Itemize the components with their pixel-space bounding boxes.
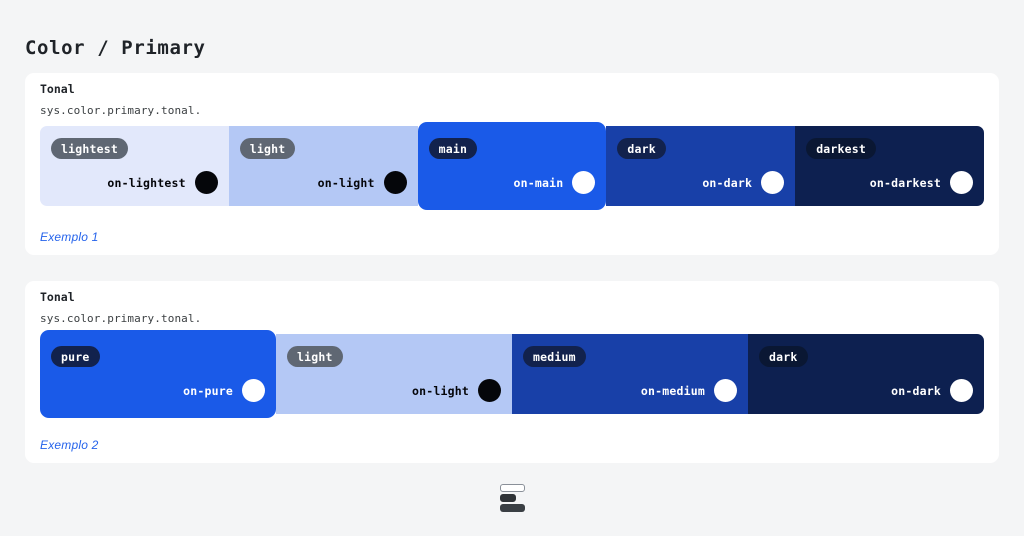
on-color-row: on-darkest <box>870 171 973 194</box>
color-swatch-light[interactable]: light on-light <box>276 334 512 414</box>
color-swatch-darkest[interactable]: darkest on-darkest <box>795 126 984 206</box>
on-color-label: on-light <box>412 383 469 398</box>
on-color-dot <box>714 379 737 402</box>
on-color-label: on-lightest <box>107 175 186 190</box>
on-color-label: on-dark <box>702 175 753 190</box>
card-label: Tonal <box>40 82 75 96</box>
on-color-row: on-main <box>514 171 596 194</box>
on-color-dot <box>194 171 218 194</box>
example-link[interactable]: Exemplo 1 <box>40 230 99 244</box>
swatch-name-badge: pure <box>51 346 100 367</box>
color-swatch-pure[interactable]: pure on-pure <box>40 330 276 418</box>
on-color-dot <box>761 171 785 194</box>
color-swatch-medium[interactable]: medium on-medium <box>512 334 748 414</box>
swatch-name-badge: lightest <box>51 138 128 159</box>
tonal-card-1: Tonal sys.color.primary.tonal. lightest o… <box>25 73 999 255</box>
color-swatch-light[interactable]: light on-light <box>228 126 418 206</box>
theme-toggle-bar-light <box>500 484 525 492</box>
card-token-path: sys.color.primary.tonal. <box>40 104 202 117</box>
theme-toggle-icon[interactable] <box>500 484 525 512</box>
swatch-strip: lightest on-lightest light on-light main on-m… <box>40 122 984 210</box>
on-color-dot <box>950 379 973 402</box>
swatch-name-badge: main <box>428 138 478 159</box>
swatch-name-badge: medium <box>523 346 586 367</box>
swatch-name-badge: dark <box>617 138 666 159</box>
color-swatch-dark[interactable]: dark on-dark <box>606 126 796 206</box>
on-color-label: on-pure <box>183 383 233 398</box>
card-token-path: sys.color.primary.tonal. <box>40 312 202 325</box>
swatch-strip: pure on-pure light on-light medium on-medium d… <box>40 330 984 418</box>
color-swatch-main[interactable]: main on-main <box>417 122 607 210</box>
page-title: Color / Primary <box>25 36 206 59</box>
color-swatch-lightest[interactable]: lightest on-lightest <box>40 126 229 206</box>
on-color-row: on-dark <box>891 379 973 402</box>
tonal-card-2: Tonal sys.color.primary.tonal. pure on-pu… <box>25 281 999 463</box>
on-color-dot <box>572 171 596 194</box>
on-color-label: on-dark <box>891 383 941 398</box>
swatch-name-badge: light <box>239 138 296 159</box>
swatch-name-badge: darkest <box>806 138 877 159</box>
on-color-dot <box>383 171 407 194</box>
on-color-label: on-main <box>513 175 564 190</box>
card-label: Tonal <box>40 290 75 304</box>
on-color-row: on-light <box>412 379 501 402</box>
on-color-label: on-medium <box>640 383 705 398</box>
on-color-label: on-darkest <box>869 175 941 190</box>
on-color-dot <box>949 171 973 194</box>
color-swatch-dark[interactable]: dark on-dark <box>748 334 984 414</box>
swatch-name-badge: light <box>287 346 343 367</box>
example-link[interactable]: Exemplo 2 <box>40 438 99 452</box>
on-color-row: on-lightest <box>107 171 218 194</box>
theme-toggle-bar-dark <box>500 504 525 512</box>
on-color-row: on-dark <box>702 171 785 194</box>
swatch-name-badge: dark <box>759 346 808 367</box>
on-color-row: on-medium <box>641 379 737 402</box>
on-color-dot <box>478 379 501 402</box>
on-color-row: on-light <box>318 171 407 194</box>
on-color-row: on-pure <box>183 379 265 402</box>
on-color-dot <box>242 379 265 402</box>
theme-toggle-bar-mixed <box>500 494 516 511</box>
on-color-label: on-light <box>317 175 375 190</box>
